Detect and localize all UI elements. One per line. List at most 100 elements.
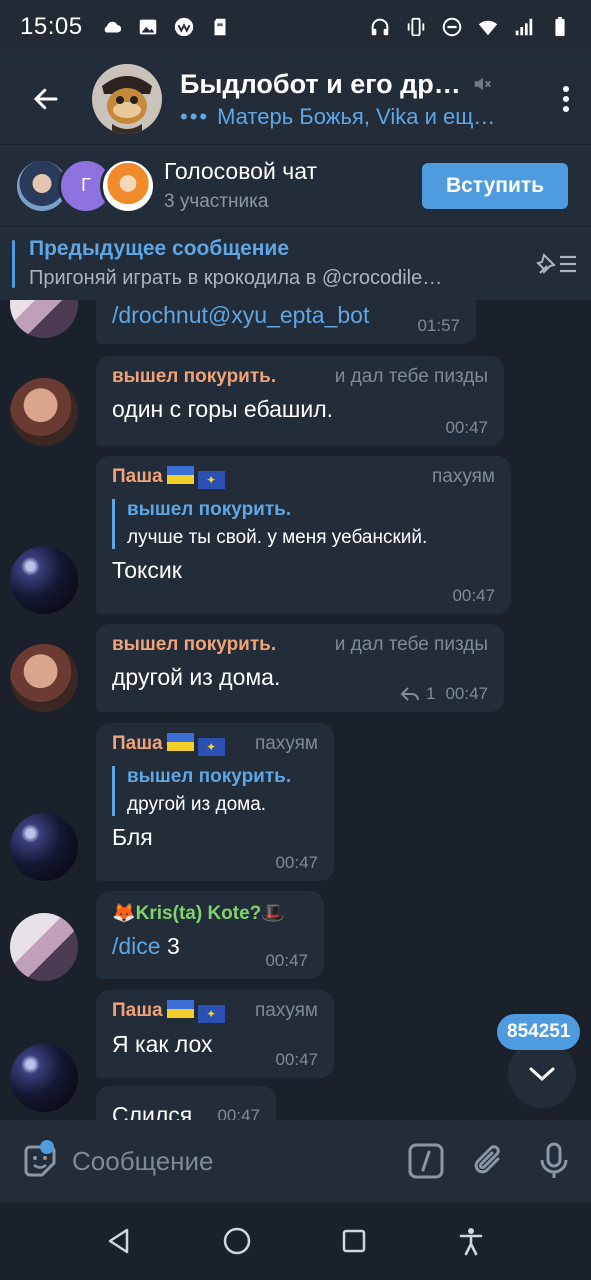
message-meta: 00:47 bbox=[275, 1050, 318, 1070]
status-bar: 15:05 bbox=[0, 0, 591, 54]
message-text: /drochnut@xyu_epta_bot bbox=[112, 302, 369, 329]
sender-name[interactable]: вышел покурить. bbox=[112, 634, 276, 656]
voice-chat-participants: Г bbox=[14, 157, 156, 214]
slash-command-icon bbox=[408, 1143, 444, 1179]
reply-preview[interactable]: вышел покурить. лучше ты свой. у меня уе… bbox=[112, 499, 495, 549]
message-text: Токсик bbox=[112, 557, 182, 583]
chat-members-typing: Матерь Божья, Vika и ещ… bbox=[217, 103, 496, 129]
more-menu-button[interactable] bbox=[541, 84, 591, 114]
message-bubble[interactable]: Слился 00:47 bbox=[96, 1086, 276, 1120]
ukraine-flag-icon bbox=[166, 733, 194, 751]
sender-avatar[interactable] bbox=[10, 1044, 78, 1112]
message-bubble[interactable]: Паша ✦ пахуям Я как лох 00:47 bbox=[96, 990, 334, 1078]
sender-avatar[interactable] bbox=[10, 546, 78, 614]
pinned-message-bar[interactable]: Предыдущее сообщение Пригоняй играть в к… bbox=[0, 226, 591, 300]
message-meta: 00:47 bbox=[445, 418, 488, 438]
voice-chat-count: 3 участника bbox=[164, 191, 269, 212]
message-bubble[interactable]: Паша ✦ пахуям вышел покурить. другой из д… bbox=[96, 723, 334, 881]
sender-row: вышел покурить. и дал тебе пизды bbox=[112, 366, 488, 388]
sender-avatar[interactable] bbox=[10, 300, 78, 338]
admin-title: и дал тебе пизды bbox=[334, 366, 488, 387]
paperclip-icon bbox=[474, 1145, 500, 1174]
nav-back-icon[interactable] bbox=[105, 1227, 133, 1255]
vpn-icon bbox=[174, 17, 193, 37]
bot-command-link[interactable]: /dice bbox=[112, 933, 161, 959]
cloud-icon bbox=[104, 21, 121, 33]
sender-name[interactable]: Паша ✦ bbox=[112, 466, 225, 489]
more-vertical-icon bbox=[563, 86, 569, 112]
reply-sender: вышел покурить. bbox=[127, 766, 292, 787]
ukraine-flag-icon bbox=[166, 466, 194, 484]
pinned-title: Предыдущее сообщение bbox=[29, 237, 290, 260]
sender-name[interactable]: Паша ✦ bbox=[112, 733, 225, 756]
voice-message-button[interactable] bbox=[534, 1136, 573, 1186]
scroll-to-bottom-button[interactable] bbox=[508, 1040, 576, 1108]
chevron-down-icon bbox=[529, 1067, 555, 1082]
sd-card-icon bbox=[214, 18, 226, 36]
sender-row: Паша ✦ пахуям bbox=[112, 1000, 318, 1023]
eu-flag-icon: ✦ bbox=[197, 1005, 225, 1023]
headphones-icon bbox=[371, 18, 389, 36]
reply-preview[interactable]: вышел покурить. другой из дома. bbox=[112, 766, 318, 816]
reply-count: 1 bbox=[425, 684, 436, 703]
sender-avatar[interactable] bbox=[10, 644, 78, 712]
reply-arrow-icon bbox=[400, 687, 419, 701]
system-icons bbox=[369, 16, 571, 38]
message-list[interactable]: /drochnut@xyu_epta_bot 01:57 вышел покур… bbox=[0, 300, 591, 1120]
nav-recents-icon[interactable] bbox=[341, 1228, 367, 1254]
eu-flag-icon: ✦ bbox=[197, 738, 225, 756]
replies-indicator[interactable]: 1 bbox=[400, 684, 435, 704]
message-text-rest: 3 bbox=[160, 933, 180, 959]
arrow-left-icon bbox=[33, 88, 58, 110]
sender-avatar[interactable] bbox=[10, 813, 78, 881]
chat-title-block[interactable]: Быдлобот и его др… ••• Матерь Божья, Vika… bbox=[180, 69, 541, 130]
sender-name-text: Паша bbox=[112, 1000, 163, 1021]
chat-title: Быдлобот и его др… bbox=[180, 68, 461, 99]
sender-name[interactable]: 🦊Kris(ta) Kote?🎩 bbox=[112, 901, 285, 925]
message-time: 00:47 bbox=[445, 418, 488, 437]
sender-name[interactable]: Паша ✦ bbox=[112, 1000, 225, 1023]
chat-subtitle: ••• Матерь Божья, Vika и ещ… bbox=[180, 104, 500, 130]
reply-text: лучше ты свой. у меня уебанский. bbox=[127, 527, 428, 548]
message-bubble[interactable]: вышел покурить. и дал тебе пизды один с … bbox=[96, 356, 504, 446]
sender-avatar[interactable] bbox=[10, 913, 78, 981]
message-bubble[interactable]: /drochnut@xyu_epta_bot 01:57 bbox=[96, 300, 476, 344]
attach-button[interactable] bbox=[470, 1136, 509, 1186]
typing-indicator: ••• bbox=[180, 103, 210, 129]
message-input[interactable] bbox=[60, 1131, 407, 1191]
back-button[interactable] bbox=[0, 54, 92, 144]
message-meta: 1 00:47 bbox=[400, 684, 488, 704]
sender-avatar[interactable] bbox=[10, 378, 78, 446]
reply-sender: вышел покурить. bbox=[127, 499, 292, 520]
group-avatar[interactable] bbox=[92, 64, 162, 134]
unread-counter-badge[interactable]: 854251 bbox=[497, 1014, 581, 1050]
sender-name[interactable]: вышел покурить. bbox=[112, 366, 276, 388]
reply-text: другой из дома. bbox=[127, 794, 267, 815]
bot-command-link[interactable]: /drochnut@xyu_epta_bot bbox=[112, 302, 369, 328]
dnd-icon bbox=[442, 17, 462, 37]
sender-row: Паша ✦ пахуям bbox=[112, 466, 495, 489]
message-bubble[interactable]: Паша ✦ пахуям вышел покурить. лучше ты св… bbox=[96, 456, 511, 614]
signal-icon bbox=[515, 18, 533, 36]
pin-list-icon bbox=[536, 252, 576, 274]
message-time: 00:47 bbox=[265, 951, 308, 970]
join-voice-chat-button[interactable]: Вступить bbox=[422, 162, 568, 209]
message-time: 00:47 bbox=[445, 684, 488, 703]
nav-home-icon[interactable] bbox=[222, 1226, 252, 1256]
message-meta: 00:47 bbox=[452, 586, 495, 606]
emoji-button[interactable] bbox=[20, 1136, 60, 1186]
system-navigation-bar bbox=[0, 1202, 591, 1280]
eu-flag-icon: ✦ bbox=[197, 471, 225, 489]
accessibility-icon[interactable] bbox=[456, 1226, 486, 1256]
message-time: 01:57 bbox=[417, 316, 460, 335]
pinned-content: Предыдущее сообщение Пригоняй играть в к… bbox=[29, 237, 521, 290]
bot-commands-button[interactable] bbox=[407, 1136, 446, 1186]
battery-icon bbox=[555, 16, 565, 37]
voice-chat-bar[interactable]: Г Голосовой чат 3 участника Вступить bbox=[0, 144, 591, 226]
admin-title: пахуям bbox=[255, 1000, 318, 1021]
microphone-icon bbox=[540, 1142, 568, 1178]
message-meta: 00:47 bbox=[275, 853, 318, 873]
message-bubble[interactable]: 🦊Kris(ta) Kote?🎩 /dice 3 00:47 bbox=[96, 891, 324, 979]
pinned-list-button[interactable] bbox=[521, 249, 591, 279]
message-bubble[interactable]: вышел покурить. и дал тебе пизды другой … bbox=[96, 624, 504, 712]
